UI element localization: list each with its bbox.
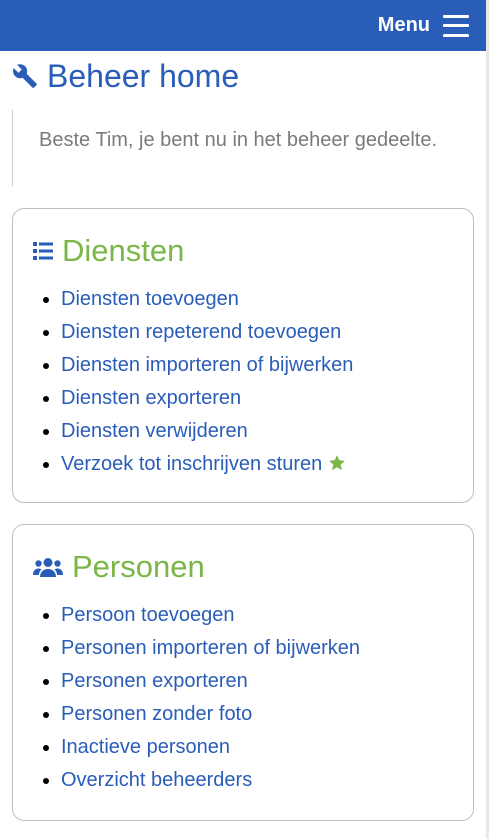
link-verzoek-inschrijven[interactable]: Verzoek tot inschrijven sturen — [61, 453, 322, 475]
link-personen-zonder-foto[interactable]: Personen zonder foto — [61, 703, 252, 725]
card-diensten: Diensten Diensten toevoegen Diensten rep… — [12, 208, 474, 503]
list-item: Diensten toevoegen — [61, 283, 353, 316]
list-item: Personen exporteren — [61, 665, 360, 698]
link-personen-exporteren[interactable]: Personen exporteren — [61, 670, 248, 692]
list-item: Verzoek tot inschrijven sturen — [61, 448, 353, 481]
personen-link-list: Persoon toevoegen Personen importeren of… — [61, 599, 360, 797]
link-diensten-verwijderen[interactable]: Diensten verwijderen — [61, 420, 248, 442]
link-inactieve-personen[interactable]: Inactieve personen — [61, 736, 230, 758]
link-diensten-toevoegen[interactable]: Diensten toevoegen — [61, 288, 239, 310]
link-persoon-toevoegen[interactable]: Persoon toevoegen — [61, 604, 234, 626]
list-item: Inactieve personen — [61, 731, 360, 764]
list-item: Diensten importeren of bijwerken — [61, 349, 353, 382]
list-item: Diensten exporteren — [61, 382, 353, 415]
star-icon — [329, 455, 346, 471]
card-heading-text: Personen — [72, 549, 205, 584]
top-navbar: Menu — [0, 0, 486, 51]
list-item: Diensten verwijderen — [61, 415, 353, 448]
page-title: Beheer home — [12, 56, 239, 96]
list-item: Personen importeren of bijwerken — [61, 632, 360, 665]
list-item: Overzicht beheerders — [61, 764, 360, 797]
link-personen-importeren[interactable]: Personen importeren of bijwerken — [61, 637, 360, 659]
page-title-text: Beheer home — [47, 57, 240, 94]
link-overzicht-beheerders[interactable]: Overzicht beheerders — [61, 769, 252, 791]
list-item: Personen zonder foto — [61, 698, 360, 731]
menu-button-label[interactable]: Menu — [378, 14, 430, 37]
users-icon — [33, 557, 63, 577]
card-heading-diensten: Diensten — [33, 233, 184, 269]
list-item: Diensten repeterend toevoegen — [61, 316, 353, 349]
link-diensten-exporteren[interactable]: Diensten exporteren — [61, 387, 241, 409]
hamburger-menu-icon[interactable] — [443, 14, 469, 37]
list-item: Persoon toevoegen — [61, 599, 360, 632]
card-heading-text: Diensten — [62, 233, 185, 268]
intro-text: Beste Tim, je bent nu in het beheer gede… — [39, 129, 438, 151]
wrench-icon — [13, 64, 37, 88]
list-icon — [33, 242, 53, 260]
card-heading-personen: Personen — [33, 549, 205, 585]
card-personen: Personen Persoon toevoegen Personen impo… — [12, 524, 474, 821]
link-diensten-repeterend-toevoegen[interactable]: Diensten repeterend toevoegen — [61, 321, 341, 343]
link-diensten-importeren[interactable]: Diensten importeren of bijwerken — [61, 354, 353, 376]
diensten-link-list: Diensten toevoegen Diensten repeterend t… — [61, 283, 353, 481]
intro-blockquote: Beste Tim, je bent nu in het beheer gede… — [12, 110, 472, 186]
